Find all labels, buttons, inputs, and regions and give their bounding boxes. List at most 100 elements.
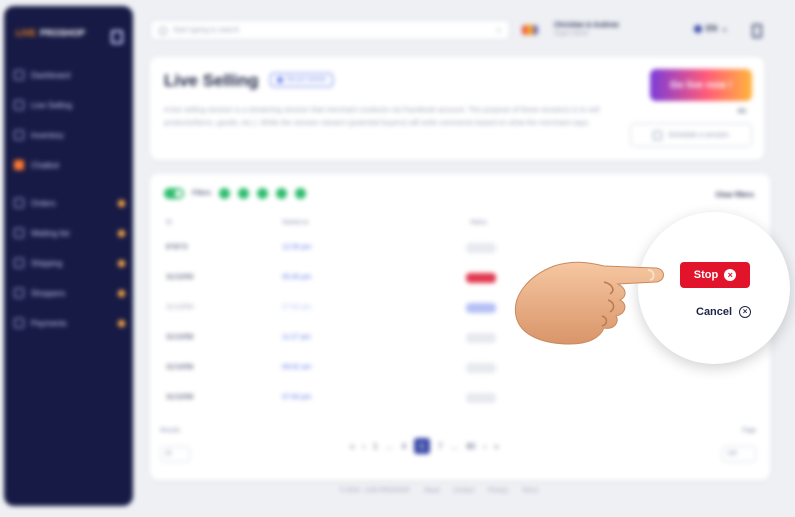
search-placeholder: Start typing to search — [173, 26, 240, 34]
sidebar-item-shipping[interactable]: Shipping — [14, 256, 129, 270]
row-status — [466, 333, 496, 343]
filter-dot — [295, 188, 307, 199]
live-icon — [14, 100, 24, 110]
row-time: 09:02 am — [282, 364, 312, 371]
globe-icon — [694, 24, 702, 33]
sidebar-item-orders[interactable]: Orders — [14, 196, 129, 210]
sidebar-item-label: Inventory — [31, 130, 64, 140]
payments-icon — [14, 318, 24, 328]
filter-chip[interactable] — [238, 188, 250, 199]
help-icon — [277, 77, 283, 83]
row-time: 11:27 pm — [282, 334, 311, 341]
page-button[interactable]: 4 — [402, 442, 406, 451]
page-ellipsis: … — [385, 441, 394, 451]
user-menu[interactable]: Christian & Andrew Super Admin — [554, 22, 619, 37]
sidebar-item-live-selling[interactable]: Live Selling — [14, 98, 129, 112]
page-button[interactable]: 1 — [373, 442, 377, 451]
filter-dot — [276, 188, 288, 199]
page-button[interactable]: 80 — [466, 442, 475, 451]
sidebar-item-shoppers[interactable]: Shoppers — [14, 286, 129, 300]
footer-link[interactable]: Terms — [522, 488, 538, 494]
notification-dot — [118, 199, 125, 207]
filters-label: Filters — [192, 190, 212, 197]
row-time: 07:00 pm — [282, 394, 312, 401]
filters-bar: Filters — [164, 188, 307, 199]
sidebar-item-chatbot[interactable]: Chatbot — [14, 158, 129, 172]
stream-icon[interactable] — [522, 25, 538, 35]
footer-link[interactable]: Contact — [453, 488, 474, 494]
filter-chip[interactable] — [257, 188, 269, 199]
search-icon — [159, 27, 167, 35]
brand-proshop: PROSHOP — [40, 28, 86, 38]
pagination: « ‹ 1 … 4 5 7 … 80 › » — [350, 438, 499, 454]
page-button[interactable]: 7 — [438, 442, 442, 451]
schedule-session-button[interactable]: Schedule a session — [630, 123, 752, 147]
page-label: Page — [741, 428, 756, 434]
tutorial-badge[interactable]: Get pro tutorial — [270, 73, 333, 87]
cancel-button[interactable]: Cancel × — [690, 303, 757, 321]
first-page-button[interactable]: « — [350, 442, 354, 451]
sidebar-item-dashboard[interactable]: Dashboard — [14, 68, 129, 82]
notification-dot — [118, 289, 125, 297]
footer-link[interactable]: Privacy — [488, 488, 508, 494]
prev-page-button[interactable]: ‹ — [362, 442, 365, 451]
notification-dot — [118, 229, 125, 237]
page-ellipsis: … — [450, 441, 459, 451]
sidebar-item-label: Shoppers — [31, 288, 66, 298]
row-status — [466, 393, 496, 403]
column-header-status[interactable]: Status — [470, 220, 487, 226]
collapse-sidebar-icon[interactable] — [111, 30, 123, 44]
results-per-page-select[interactable]: 20 — [160, 446, 190, 462]
filter-chip[interactable] — [295, 188, 307, 199]
brand-logo: LIVE PROSHOP — [16, 28, 85, 38]
chevron-down-icon: ⌄ — [721, 24, 728, 33]
user-role: Super Admin — [554, 31, 589, 37]
stop-button[interactable]: Stop × — [680, 262, 750, 288]
column-header-id[interactable]: ID — [166, 220, 172, 226]
shipping-icon — [14, 258, 24, 268]
last-page-button[interactable]: » — [494, 442, 498, 451]
page-button-active[interactable]: 5 — [414, 438, 431, 454]
sidebar-item-inventory[interactable]: Inventory — [14, 128, 129, 142]
row-id: 31/10/58 — [166, 364, 194, 371]
page-select[interactable]: 100 — [722, 446, 756, 462]
sidebar-item-payments[interactable]: Payments — [14, 316, 129, 330]
filters-toggle[interactable] — [164, 188, 184, 199]
inventory-icon — [14, 130, 24, 140]
filter-count-badge — [219, 188, 231, 199]
table-row[interactable]: 31/10/58 09:02 am — [150, 363, 750, 378]
close-circle-icon: × — [724, 269, 737, 281]
sidebar-item-label: Chatbot — [31, 160, 60, 170]
pointing-hand-icon — [514, 261, 664, 345]
stop-label: Stop — [693, 269, 719, 281]
row-id: 879/73 — [166, 244, 188, 251]
waiting-list-icon — [14, 228, 24, 238]
row-id: 31/10/58 — [166, 394, 194, 401]
clear-filters-link[interactable]: Clear filters — [715, 192, 754, 199]
logout-icon[interactable] — [752, 24, 762, 38]
close-circle-icon: × — [739, 306, 752, 318]
column-header-started[interactable]: Started at — [282, 220, 308, 226]
language-selector[interactable]: EN ⌄ — [694, 24, 728, 33]
chatbot-icon — [14, 160, 24, 170]
filter-dot — [238, 188, 250, 199]
row-time: 05:45 pm — [282, 274, 312, 281]
sidebar-item-label: Waiting list — [31, 228, 70, 238]
footer-copyright: © 2024 - LIVE-PROSHOP — [340, 488, 410, 494]
sidebar-item-label: Shipping — [31, 258, 63, 268]
sidebar-item-waiting-list[interactable]: Waiting list — [14, 226, 129, 240]
calendar-icon — [653, 130, 663, 140]
notification-dot — [118, 319, 125, 327]
sidebar-item-label: Live Selling — [31, 100, 72, 110]
sidebar-item-label: Orders — [31, 198, 56, 208]
row-status-ended — [466, 303, 496, 313]
table-row[interactable]: 31/10/58 07:00 pm — [150, 393, 750, 408]
clear-icon[interactable]: × — [496, 26, 501, 35]
footer-link[interactable]: About — [424, 488, 440, 494]
cancel-label: Cancel — [696, 306, 733, 318]
tutorial-label: Get pro tutorial — [286, 77, 326, 83]
go-live-button[interactable]: Go live now ! — [650, 69, 752, 101]
search-input[interactable]: Start typing to search × — [150, 20, 510, 40]
next-page-button[interactable]: › — [483, 442, 486, 451]
filter-chip[interactable] — [276, 188, 288, 199]
